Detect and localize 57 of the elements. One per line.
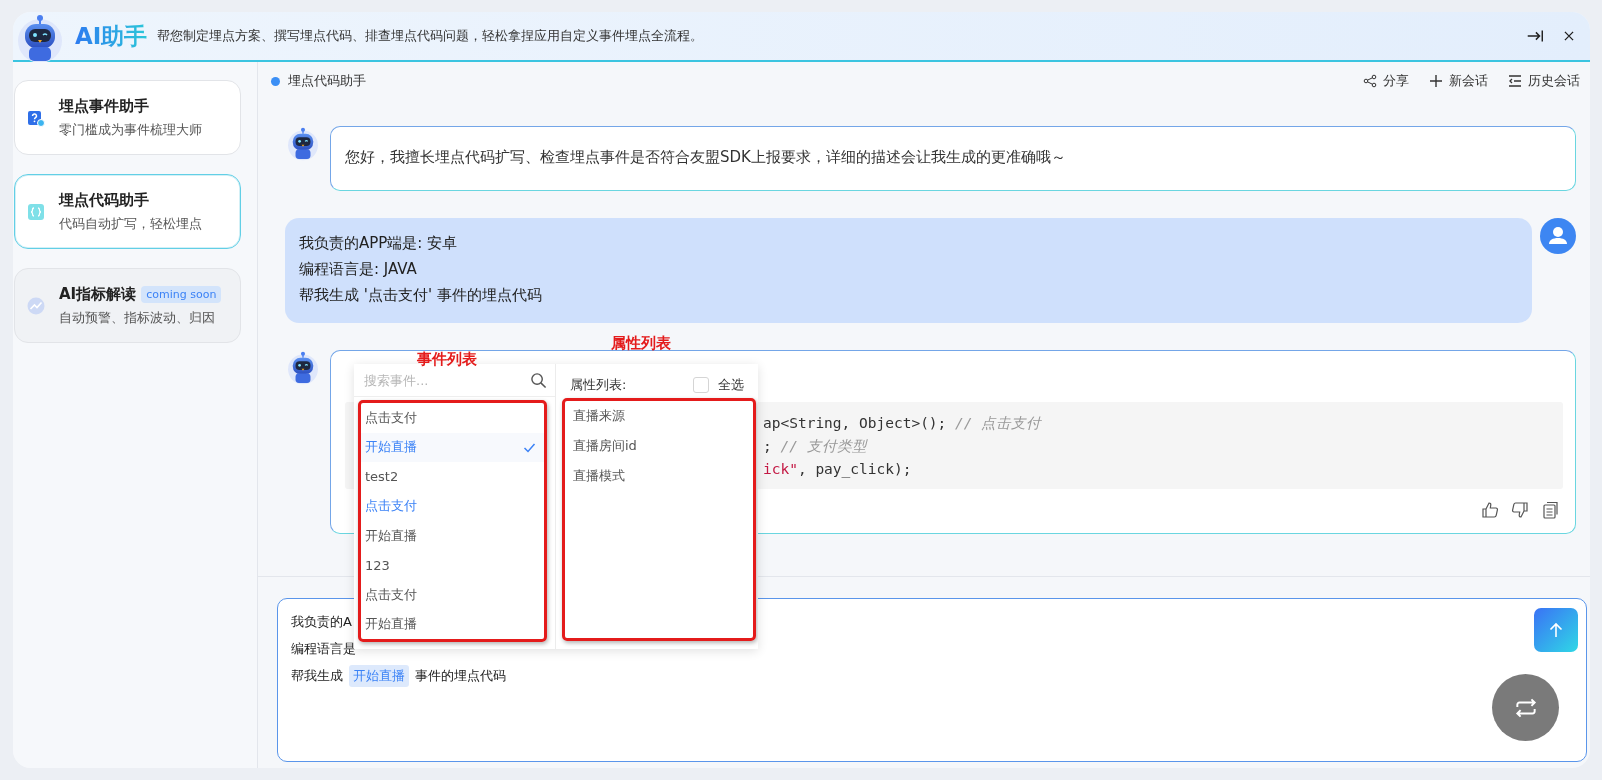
event-option[interactable]: 开始直播	[361, 521, 544, 551]
card-description: 自动预警、指标波动、归因	[59, 309, 216, 327]
event-option[interactable]: 123	[361, 550, 544, 580]
question-badge-icon	[27, 108, 45, 127]
property-option[interactable]: 直播房间id	[573, 431, 745, 461]
plus-button[interactable]: 新会话	[1429, 72, 1488, 90]
dislike-button[interactable]	[1511, 501, 1529, 519]
card-description: 代码自动扩写，轻松埋点	[59, 215, 202, 233]
input-text: 帮我生成	[291, 666, 343, 685]
trend-chart-icon	[27, 296, 45, 315]
property-option[interactable]: 直播模式	[573, 461, 745, 491]
event-option[interactable]: test2	[361, 462, 544, 492]
message-bubble: 我负责的APP端是: 安卓 编程语言是: JAVA 帮我生成 '点击支付' 事件的埋点代码	[285, 218, 1532, 323]
user-avatar-icon	[1540, 218, 1576, 254]
send-button[interactable]	[1534, 608, 1578, 652]
assistant-card[interactable]: 埋点事件助手 零门槛成为事件梳理大师	[14, 80, 241, 155]
like-button[interactable]	[1481, 501, 1499, 519]
history-button[interactable]: 历史会话	[1508, 72, 1580, 90]
status-badge: coming soon	[141, 285, 222, 303]
event-option[interactable]: 开始直播	[361, 432, 544, 462]
robot-logo-icon	[15, 14, 65, 62]
checkbox-label: 全选	[718, 376, 744, 394]
list-icon[interactable]	[1508, 74, 1522, 88]
chat-title: 埋点代码助手	[288, 72, 366, 90]
card-title: 埋点代码助手	[59, 190, 149, 210]
card-title: AI指标解读	[59, 284, 137, 304]
annotation-label: 属性列表	[611, 334, 671, 353]
list-heading: 属性列表:	[570, 376, 628, 394]
app-subtitle: 帮您制定埋点方案、撰写埋点代码、排查埋点代码问题，轻松拿捏应用自定义事件埋点全流程。	[157, 27, 704, 45]
event-option[interactable]: 开始直播	[361, 609, 544, 639]
event-option[interactable]: 点击支付	[361, 403, 544, 433]
event-option[interactable]: 点击支付	[361, 491, 544, 521]
copy-button[interactable]	[1541, 501, 1559, 519]
assistant-card[interactable]: 埋点代码助手 代码自动扩写，轻松埋点	[14, 174, 241, 249]
card-description: 零门槛成为事件梳理大师	[59, 121, 202, 139]
property-option[interactable]: 直播来源	[573, 401, 745, 431]
annotation-label: 事件列表	[417, 350, 477, 369]
search-icon[interactable]	[530, 371, 547, 389]
event-tag: 开始直播	[349, 664, 409, 687]
card-title: 埋点事件助手	[59, 96, 149, 116]
status-dot-icon	[271, 76, 280, 86]
braces-icon	[27, 202, 45, 221]
share-icon[interactable]	[1363, 74, 1377, 88]
input-text: 事件的埋点代码	[415, 666, 506, 685]
code-line: ick", pay_click);	[763, 460, 913, 480]
robot-avatar-icon	[286, 350, 320, 386]
robot-avatar-icon	[286, 126, 320, 162]
plus-icon[interactable]	[1429, 74, 1443, 88]
arrow-up-icon[interactable]	[1547, 621, 1565, 639]
share-button[interactable]: 分享	[1363, 72, 1409, 90]
input-text: 编程语言是	[291, 639, 356, 658]
code-line: ; // 支付类型	[763, 437, 869, 456]
input-text: 我负责的A	[291, 612, 352, 631]
search-field[interactable]: 搜索事件...	[362, 371, 530, 389]
message-bubble: 您好，我擅长埋点代码扩写、检查埋点事件是否符合友盟SDK上报要求，详细的描述会让我生成的更准确哦～	[330, 126, 1576, 191]
select-all-checkbox[interactable]	[693, 377, 709, 393]
code-line: ap<String, Object>(); // 点击支付	[763, 414, 1043, 433]
